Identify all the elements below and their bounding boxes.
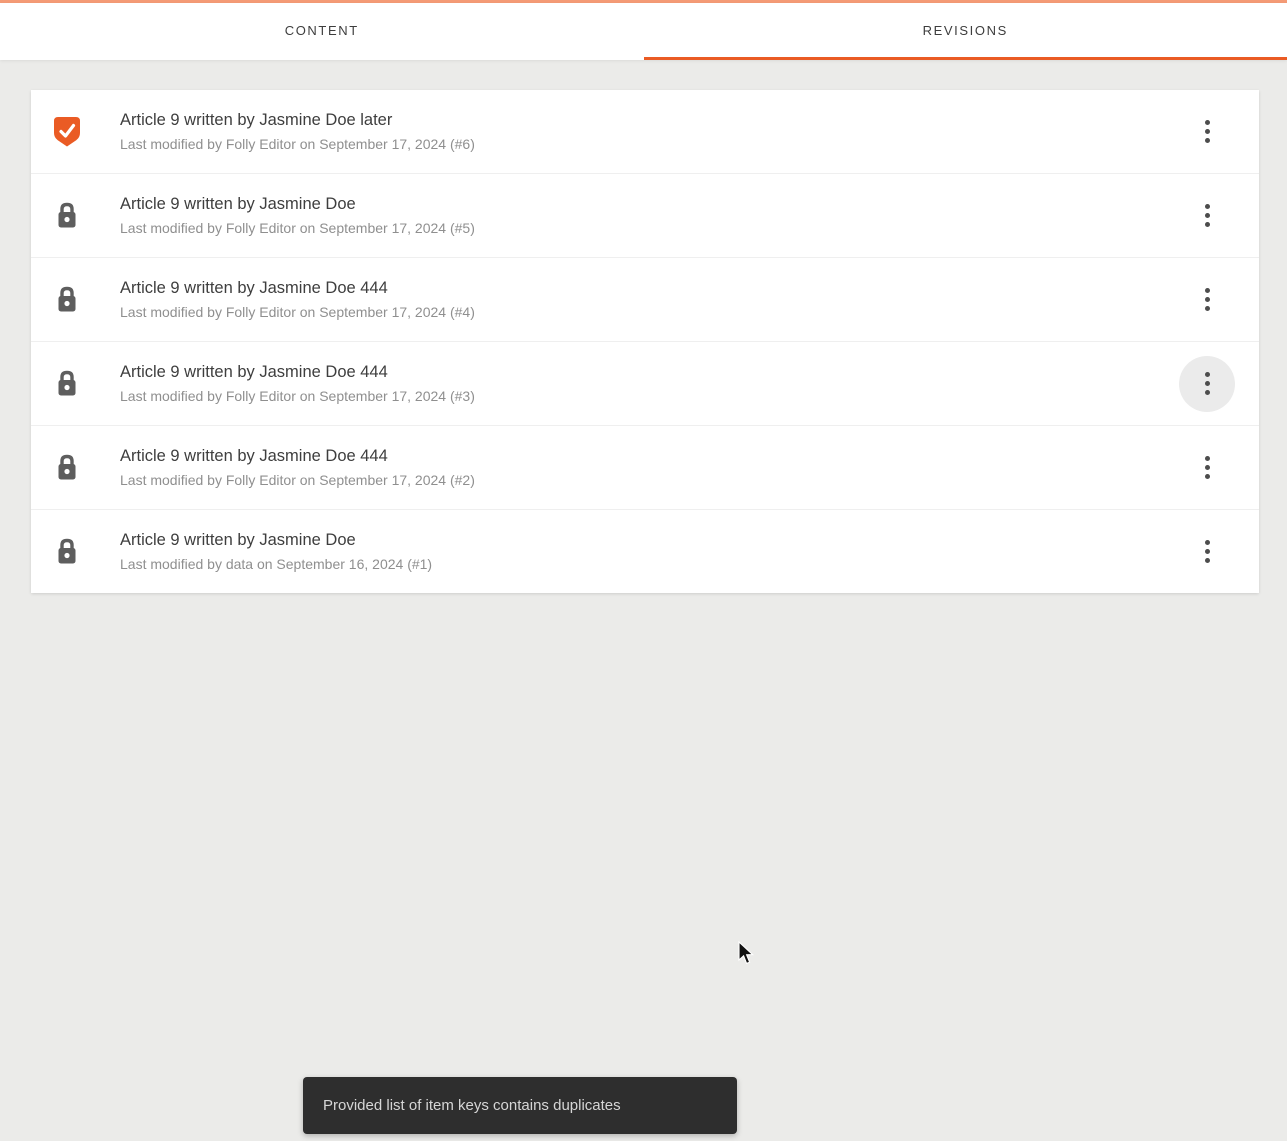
lock-icon [53,368,81,400]
revision-subtitle: Last modified by Folly Editor on Septemb… [120,472,475,488]
toast-message: Provided list of item keys contains dupl… [323,1097,621,1114]
tab-bar: CONTENT REVISIONS [0,3,1287,60]
kebab-menu-icon [1204,456,1210,479]
shield-check-icon [53,116,81,148]
revision-title: Article 9 written by Jasmine Doe 444 [120,363,388,381]
kebab-menu-icon [1204,372,1210,395]
revision-row[interactable]: Article 9 written by Jasmine Doe later L… [31,90,1259,173]
revision-subtitle: Last modified by data on September 16, 2… [120,556,433,572]
revision-subtitle: Last modified by Folly Editor on Septemb… [120,388,475,404]
revision-menu-button[interactable] [1179,524,1235,580]
lock-icon [53,284,81,316]
revision-menu-button[interactable] [1179,355,1235,412]
lock-icon [53,200,81,232]
revision-menu-button[interactable] [1179,104,1235,160]
revision-row[interactable]: Article 9 written by Jasmine Doe Last mo… [31,173,1259,257]
revision-row[interactable]: Article 9 written by Jasmine Doe 444 Las… [31,425,1259,509]
mouse-cursor [738,941,754,965]
revision-row[interactable]: Article 9 written by Jasmine Doe 444 Las… [31,257,1259,341]
revisions-list: Article 9 written by Jasmine Doe later L… [31,90,1259,593]
revision-menu-button[interactable] [1179,188,1235,244]
revision-title: Article 9 written by Jasmine Doe 444 [120,279,388,297]
revision-title: Article 9 written by Jasmine Doe [120,195,356,213]
revision-subtitle: Last modified by Folly Editor on Septemb… [120,304,475,320]
revision-title: Article 9 written by Jasmine Doe later [120,111,393,129]
revision-title: Article 9 written by Jasmine Doe [120,531,356,549]
revision-text: Article 9 written by Jasmine Doe Last mo… [120,193,475,238]
revision-text: Article 9 written by Jasmine Doe later L… [120,109,475,154]
tab-revisions[interactable]: REVISIONS [643,3,1287,60]
revision-row[interactable]: Article 9 written by Jasmine Doe 444 Las… [31,341,1259,425]
revision-text: Article 9 written by Jasmine Doe 444 Las… [120,277,475,322]
lock-icon [53,452,81,484]
kebab-menu-icon [1204,288,1210,311]
revision-text: Article 9 written by Jasmine Doe 444 Las… [120,361,475,406]
revision-subtitle: Last modified by Folly Editor on Septemb… [120,220,475,236]
revision-menu-button[interactable] [1179,272,1235,328]
kebab-menu-icon [1204,540,1210,563]
revision-menu-button[interactable] [1179,440,1235,496]
revision-row[interactable]: Article 9 written by Jasmine Doe Last mo… [31,509,1259,593]
tab-content[interactable]: CONTENT [0,3,644,60]
kebab-menu-icon [1204,204,1210,227]
lock-icon [53,536,81,568]
revision-text: Article 9 written by Jasmine Doe Last mo… [120,529,432,574]
toast-notification: Provided list of item keys contains dupl… [303,1077,737,1134]
revision-title: Article 9 written by Jasmine Doe 444 [120,447,388,465]
revision-subtitle: Last modified by Folly Editor on Septemb… [120,136,475,152]
kebab-menu-icon [1204,120,1210,143]
revision-text: Article 9 written by Jasmine Doe 444 Las… [120,445,475,490]
